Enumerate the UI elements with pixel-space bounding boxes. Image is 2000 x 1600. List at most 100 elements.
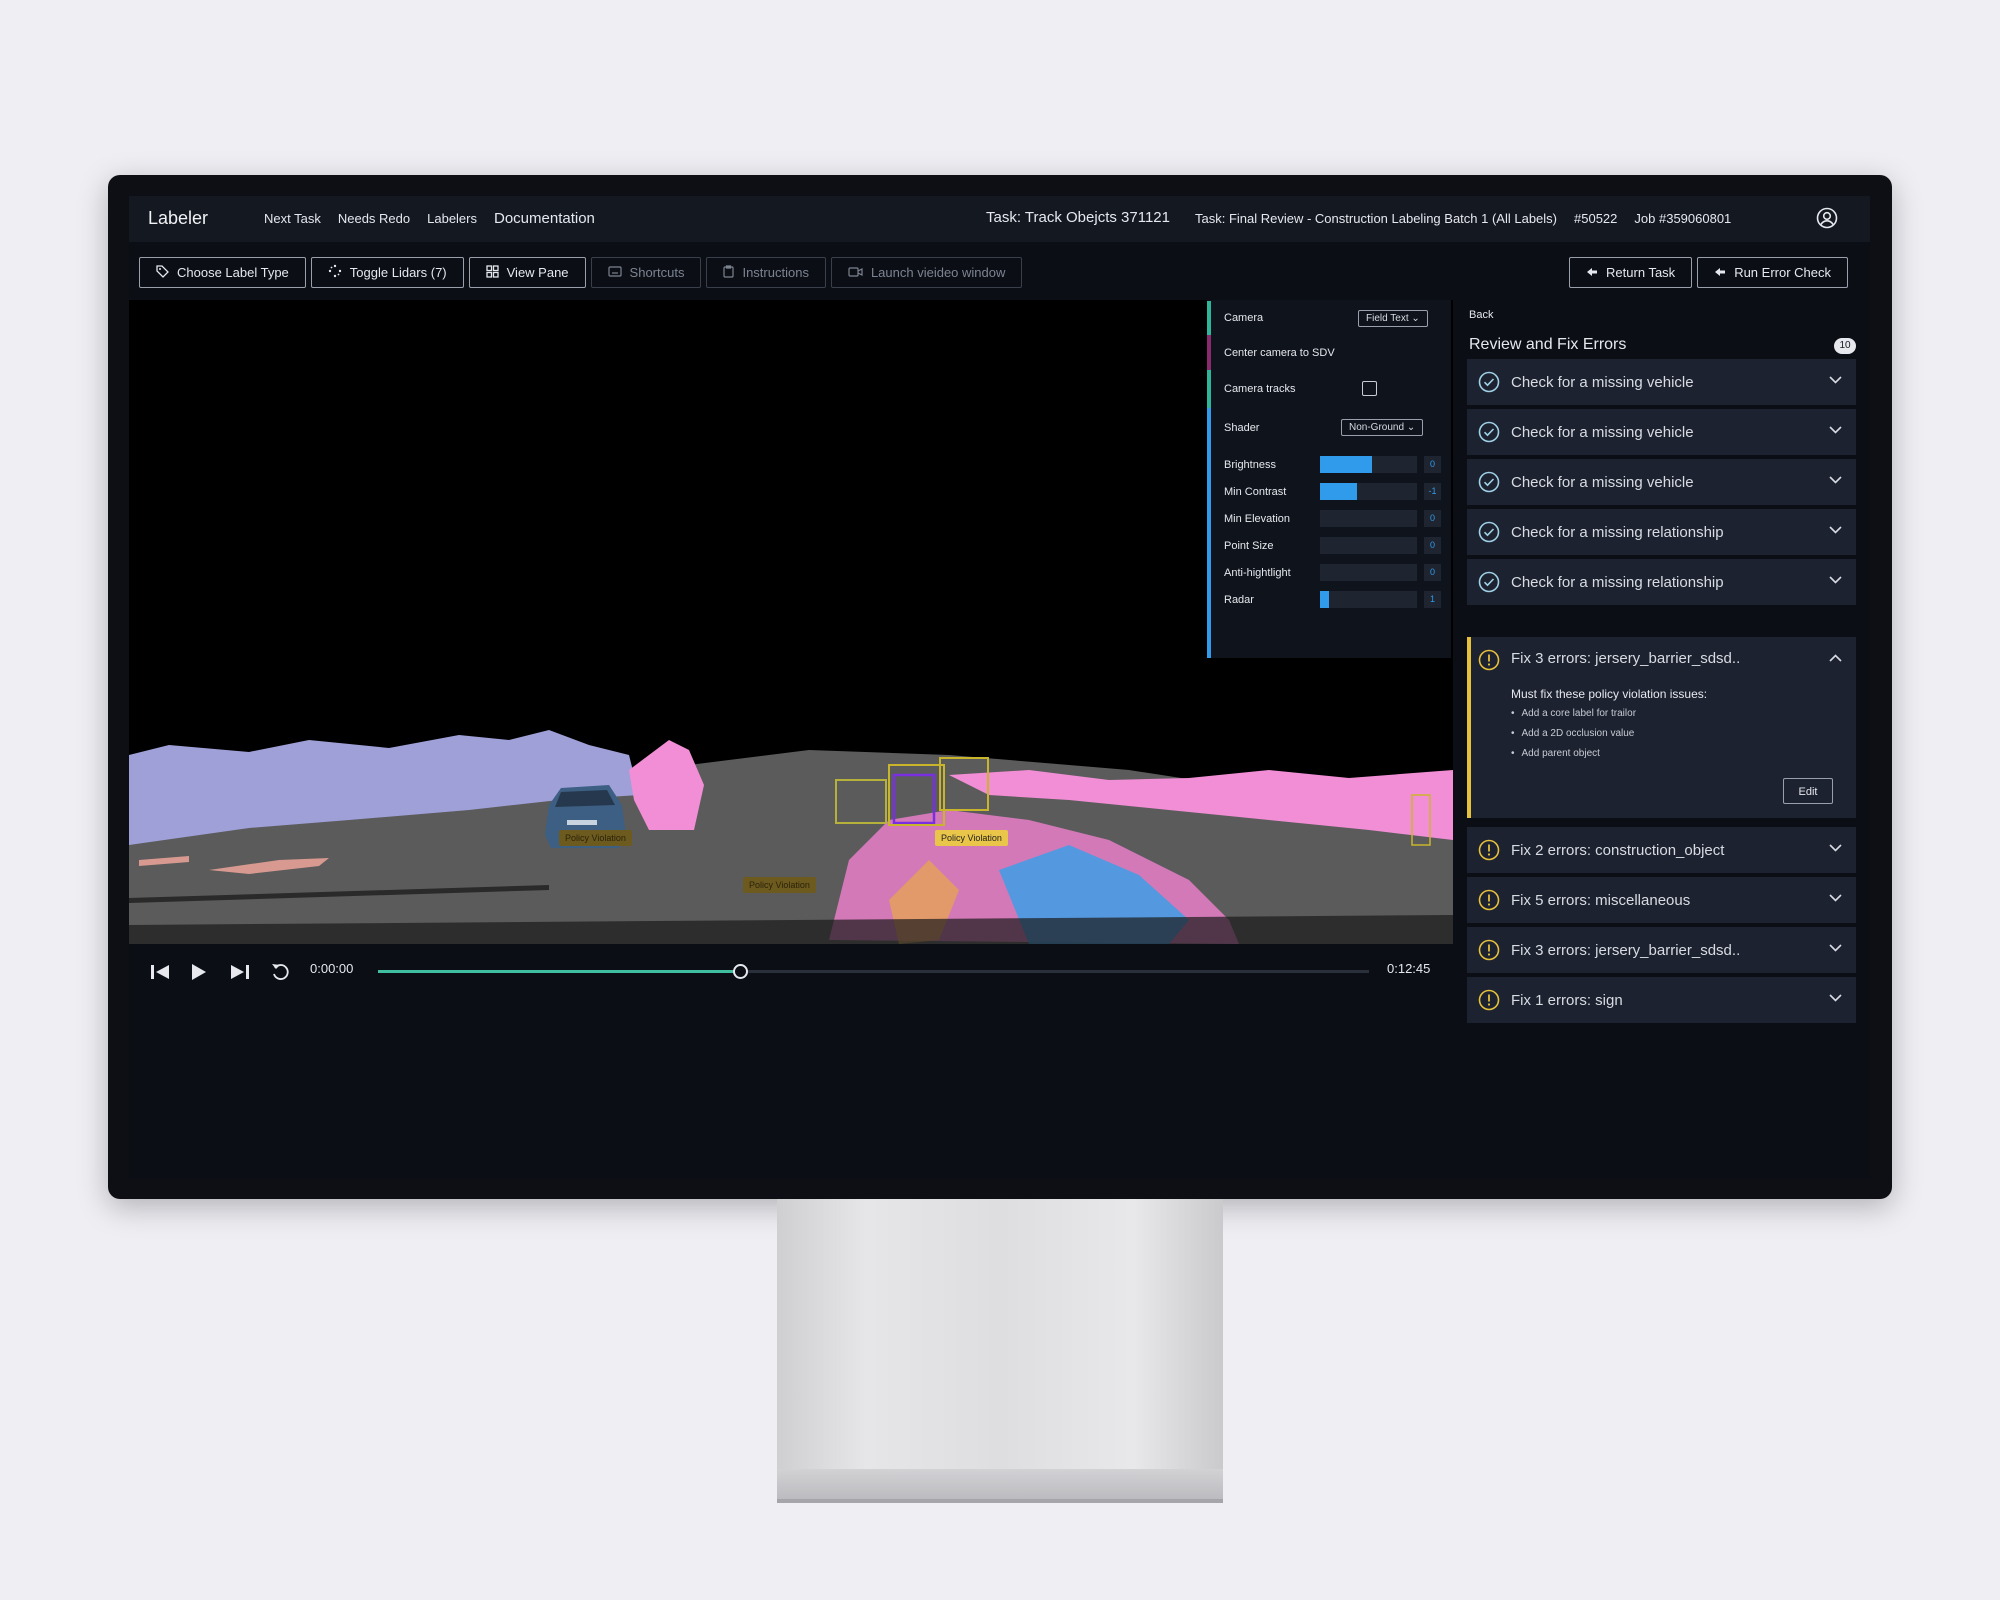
chevron-down-icon: ⌄	[1411, 313, 1420, 324]
skip-forward-icon[interactable]	[231, 964, 249, 980]
error-item[interactable]: Fix 3 errors: jersery_barrier_sdsd..	[1467, 927, 1856, 973]
nav-documentation[interactable]: Documentation	[494, 210, 595, 227]
slider-track[interactable]	[1320, 510, 1417, 527]
tag-icon	[156, 264, 169, 281]
choose-label-type-button[interactable]: Choose Label Type	[139, 257, 306, 288]
check-item[interactable]: Check for a missing vehicle	[1467, 359, 1856, 405]
task-number: #50522	[1574, 211, 1618, 226]
sparkle-dots-icon	[328, 264, 342, 281]
slider-label: Point Size	[1224, 540, 1274, 552]
issue-item: Add parent object	[1511, 744, 1636, 764]
chevron-down-icon[interactable]	[1829, 844, 1842, 852]
policy-violation-tag[interactable]: Policy Violation	[743, 877, 816, 893]
chevron-down-icon[interactable]	[1829, 894, 1842, 902]
run-error-check-button[interactable]: Run Error Check	[1697, 257, 1848, 288]
check-item[interactable]: Check for a missing relationship	[1467, 509, 1856, 555]
warning-icon	[1478, 649, 1500, 671]
chevron-down-icon[interactable]	[1829, 944, 1842, 952]
clipboard-icon	[723, 264, 735, 281]
timeline-scrubber[interactable]	[732, 964, 748, 979]
chevron-down-icon[interactable]	[1829, 476, 1842, 484]
slider-track[interactable]	[1320, 537, 1417, 554]
task-review: Task: Final Review - Construction Labeli…	[1195, 211, 1558, 226]
return-task-label: Return Task	[1606, 265, 1676, 280]
error-count-badge: 10	[1834, 338, 1856, 354]
grid-icon	[485, 264, 499, 281]
edit-button[interactable]: Edit	[1783, 778, 1833, 804]
row-accent	[1207, 335, 1211, 370]
slider-value[interactable]: -1	[1424, 483, 1441, 500]
slider-track[interactable]	[1320, 564, 1417, 581]
shader-select-value: Non-Ground	[1349, 422, 1405, 433]
shortcuts-button[interactable]: Shortcuts	[590, 257, 702, 288]
back-link[interactable]: Back	[1469, 309, 1493, 321]
center-camera-label: Center camera to SDV	[1224, 346, 1335, 359]
slider-label: Brightness	[1224, 459, 1276, 471]
camera-tracks-label: Camera tracks	[1224, 383, 1296, 395]
slider-value[interactable]: 0	[1424, 510, 1441, 527]
nav-labelers[interactable]: Labelers	[427, 211, 477, 227]
chevron-down-icon[interactable]	[1829, 576, 1842, 584]
return-task-button[interactable]: Return Task	[1569, 257, 1693, 288]
error-item[interactable]: Fix 5 errors: miscellaneous	[1467, 877, 1856, 923]
chevron-down-icon[interactable]	[1829, 526, 1842, 534]
warning-icon	[1478, 989, 1500, 1011]
slider-track[interactable]	[1320, 456, 1417, 473]
monitor-stand-foot	[777, 1469, 1223, 1503]
slider-fill	[1320, 483, 1357, 500]
slider-fill	[1320, 591, 1329, 608]
policy-violation-tag[interactable]: Policy Violation	[559, 830, 632, 846]
nav-needs-redo[interactable]: Needs Redo	[338, 211, 410, 227]
launch-video-window-button[interactable]: Launch vieideo window	[830, 257, 1023, 288]
nav-next-task[interactable]: Next Task	[264, 211, 321, 227]
slider-value[interactable]: 0	[1424, 456, 1441, 473]
row-accent	[1207, 370, 1211, 408]
slider-value[interactable]: 0	[1424, 564, 1441, 581]
shader-select[interactable]: Non-Ground ⌄	[1341, 419, 1424, 436]
chevron-down-icon[interactable]	[1829, 376, 1842, 384]
slider-label: Min Contrast	[1224, 486, 1287, 498]
policy-violation-tag[interactable]: Policy Violation	[935, 830, 1008, 846]
check-item[interactable]: Check for a missing vehicle	[1467, 409, 1856, 455]
slider-track[interactable]	[1320, 591, 1417, 608]
timeline-track[interactable]	[378, 964, 1369, 979]
toggle-lidars-label: Toggle Lidars (7)	[349, 265, 447, 280]
slider-value[interactable]: 1	[1424, 591, 1441, 608]
check-item-label: Check for a missing relationship	[1511, 523, 1724, 541]
play-icon[interactable]	[191, 964, 207, 980]
slider-label: Anti-hightlight	[1224, 567, 1291, 579]
chevron-up-icon[interactable]	[1829, 654, 1842, 662]
camera-tracks-checkbox[interactable]	[1362, 381, 1377, 396]
chevron-down-icon[interactable]	[1829, 994, 1842, 1002]
view-pane-label: View Pane	[506, 265, 569, 280]
user-circle-icon[interactable]	[1816, 207, 1838, 229]
slider-track[interactable]	[1320, 483, 1417, 500]
error-item[interactable]: Fix 1 errors: sign	[1467, 977, 1856, 1023]
chevron-down-icon[interactable]	[1829, 426, 1842, 434]
check-item-label: Check for a missing vehicle	[1511, 473, 1694, 491]
error-item-label: Fix 3 errors: jersery_barrier_sdsd..	[1511, 941, 1741, 959]
camera-label: Camera	[1224, 312, 1264, 324]
error-item[interactable]: Fix 2 errors: construction_object	[1467, 827, 1856, 873]
slider-value[interactable]: 0	[1424, 537, 1441, 554]
warning-icon	[1478, 939, 1500, 961]
skip-back-icon[interactable]	[151, 964, 169, 980]
expanded-error-item: Fix 3 errors: jersery_barrier_sdsd.. Mus…	[1467, 637, 1856, 818]
camera-select[interactable]: Field Text ⌄	[1358, 310, 1428, 327]
check-item[interactable]: Check for a missing vehicle	[1467, 459, 1856, 505]
app-screen: Labeler Next Task Needs Redo Labelers Do…	[129, 196, 1870, 1178]
camera-row: Camera Field Text ⌄	[1207, 301, 1451, 335]
arrow-left-icon	[1714, 265, 1726, 280]
expanded-error-title: Fix 3 errors: jersery_barrier_sdsd..	[1511, 650, 1741, 667]
row-accent	[1207, 408, 1211, 658]
check-item[interactable]: Check for a missing relationship	[1467, 559, 1856, 605]
instructions-label: Instructions	[742, 265, 809, 280]
center-camera-row[interactable]: Center camera to SDV	[1207, 335, 1451, 370]
view-pane-button[interactable]: View Pane	[468, 257, 586, 288]
toggle-lidars-button[interactable]: Toggle Lidars (7)	[310, 257, 464, 288]
instructions-button[interactable]: Instructions	[706, 257, 826, 288]
replay-icon[interactable]	[271, 962, 289, 982]
shortcuts-label: Shortcuts	[629, 265, 685, 280]
chevron-down-icon: ⌄	[1406, 422, 1416, 433]
camera-tracks-row: Camera tracks	[1207, 370, 1451, 408]
